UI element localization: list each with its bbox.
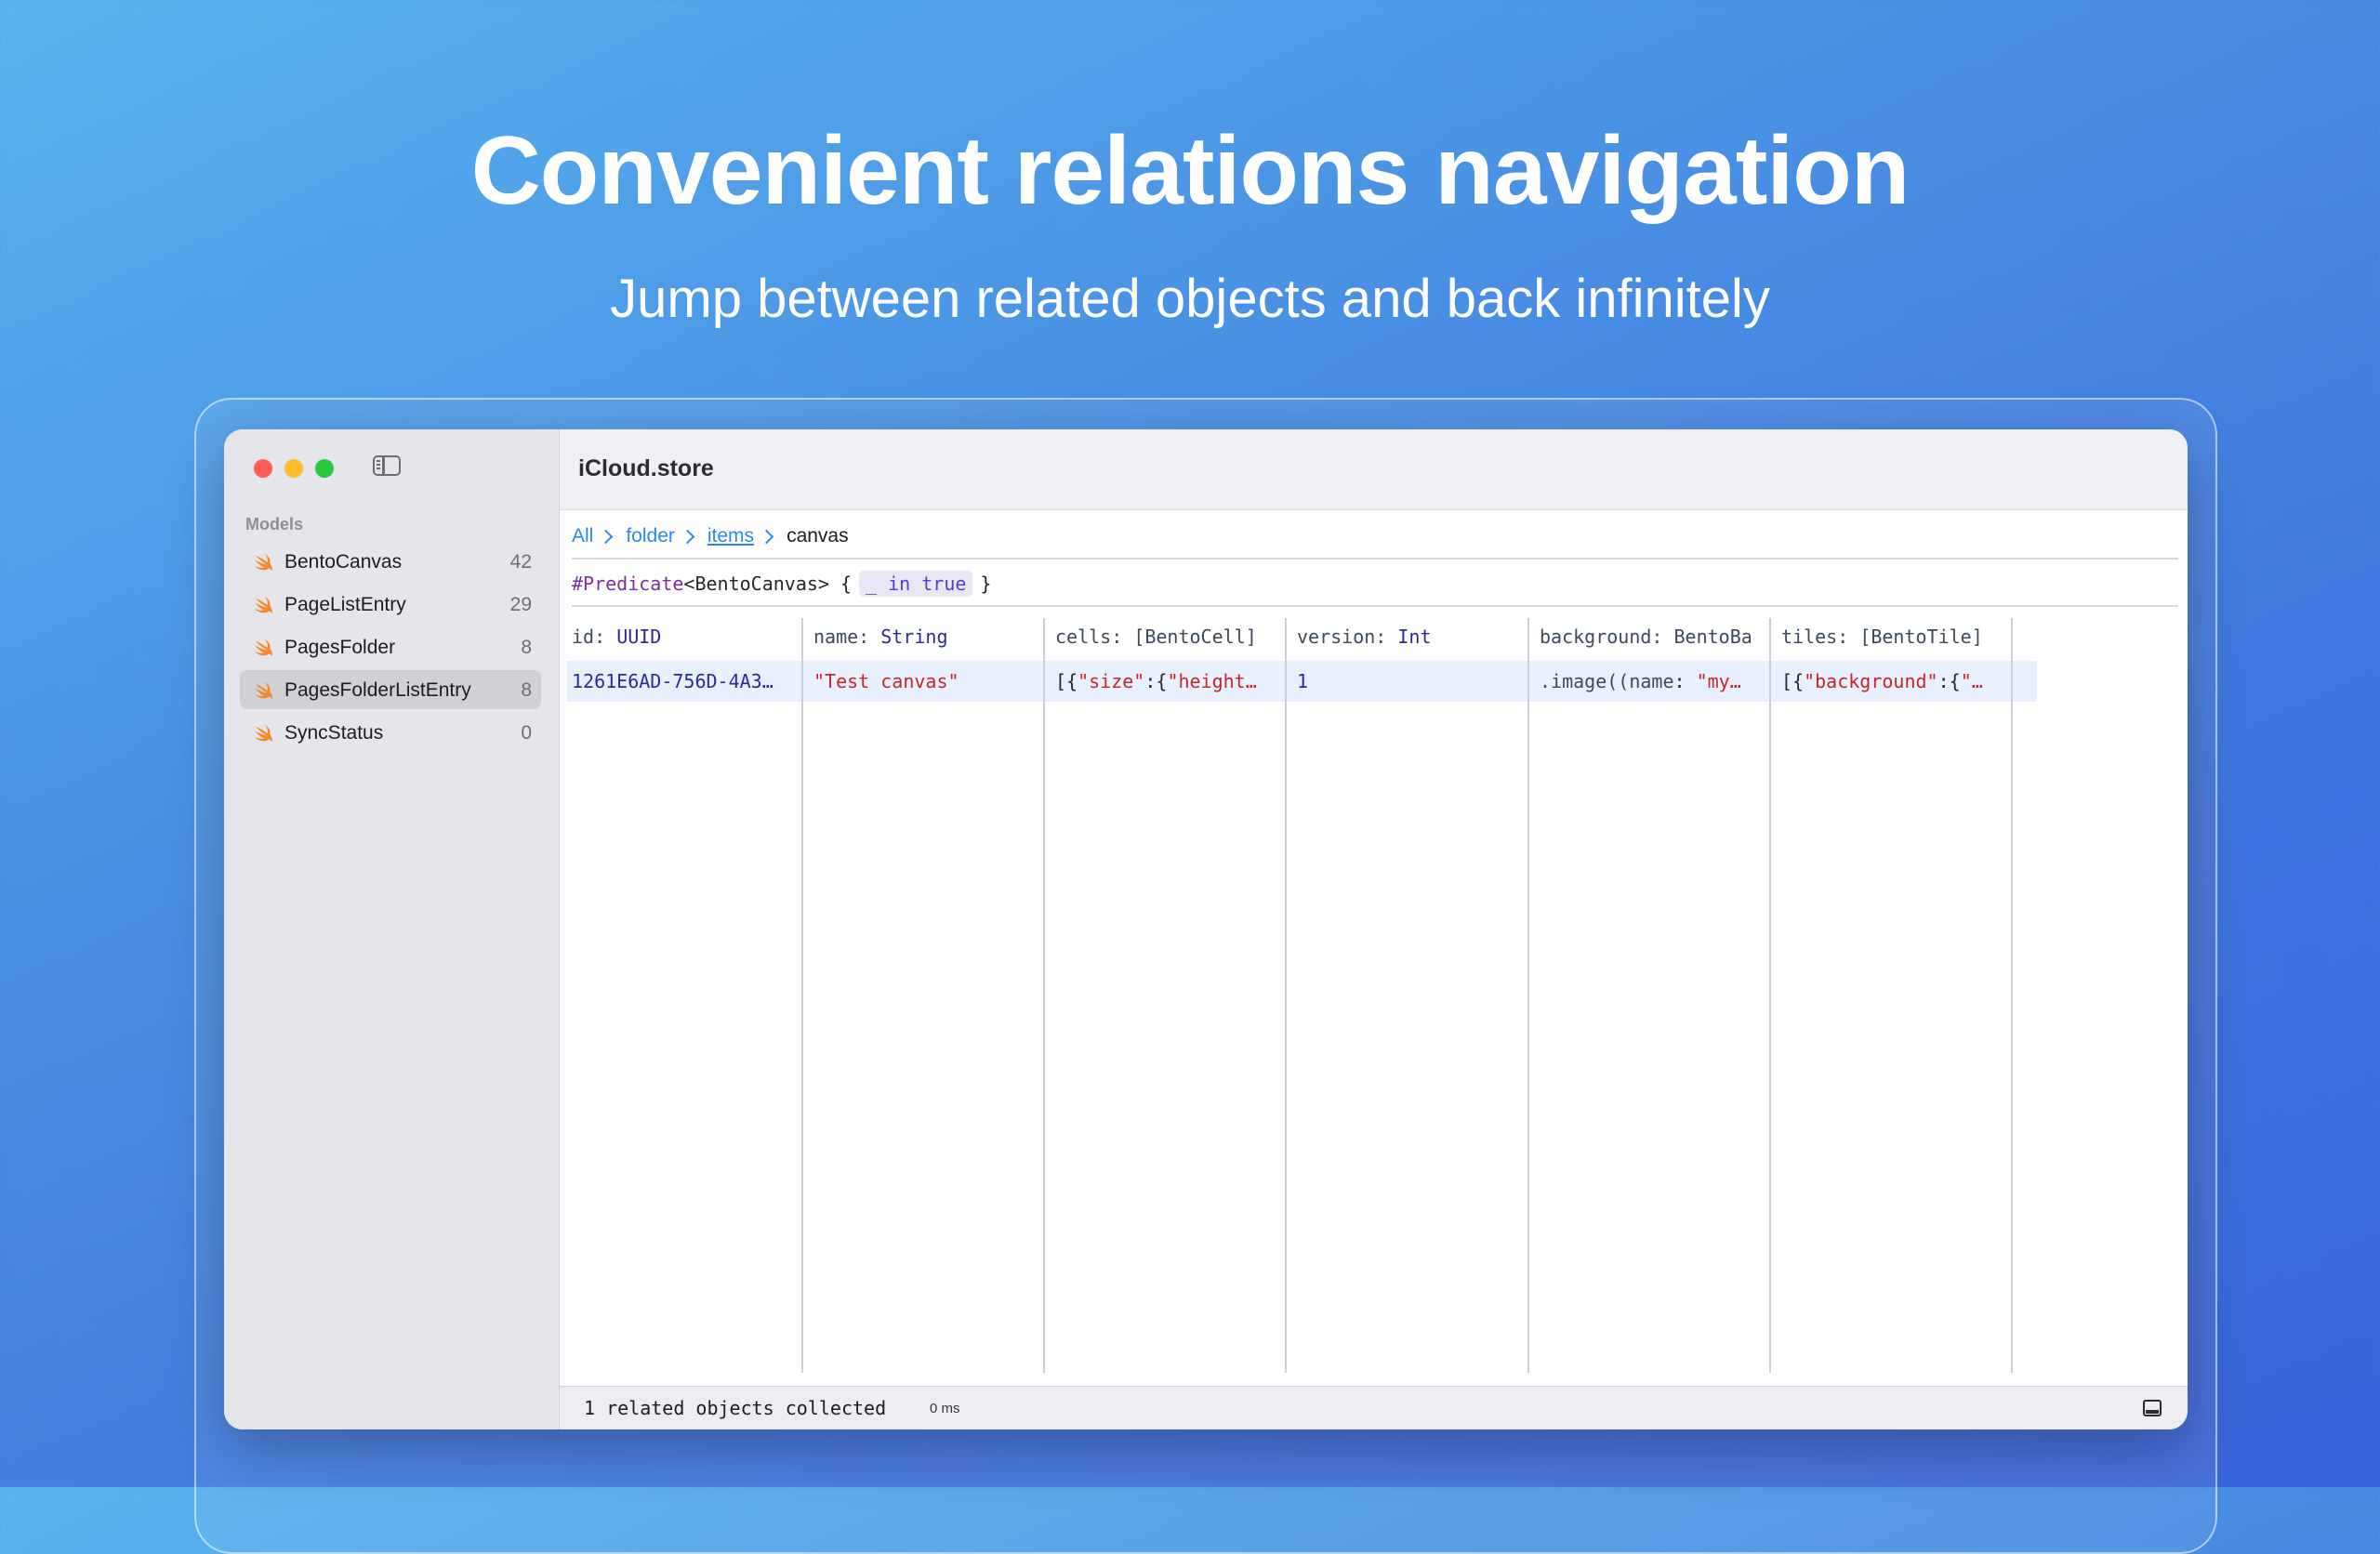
column-name: tiles	[1781, 626, 1838, 648]
status-bar: 1 related objects collected 0 ms	[560, 1386, 2188, 1429]
column-header-id[interactable]: id: UUID	[572, 618, 795, 655]
sidebar-item-label: PagesFolderListEntry	[284, 679, 471, 701]
divider	[572, 605, 2178, 607]
cell-part: "height…	[1167, 670, 1257, 692]
cell-part: :	[1673, 670, 1697, 692]
cell-name[interactable]: "Test canvas"	[813, 661, 1039, 702]
sidebar-item-count: 42	[509, 551, 532, 573]
swift-icon	[254, 553, 272, 572]
cell-background[interactable]: .image((name: "my…	[1540, 661, 1765, 702]
divider	[572, 558, 2178, 560]
sidebar: Models BentoCanvas 42 PageListEntry 29 P…	[224, 429, 560, 1429]
swift-icon	[254, 639, 272, 657]
column-header-cells[interactable]: cells: [BentoCell]	[1055, 618, 1278, 655]
cell-part: "size"	[1078, 670, 1145, 692]
column-name: cells	[1055, 626, 1112, 648]
column-header-background[interactable]: background: BentoBa	[1540, 618, 1769, 655]
breadcrumb-item-folder[interactable]: folder	[626, 525, 675, 547]
column-name: id	[572, 626, 595, 648]
breadcrumb-item-items[interactable]: items	[707, 525, 754, 547]
predicate-token[interactable]: _ in true	[859, 571, 973, 597]
sidebar-item-bentocanvas[interactable]: BentoCanvas 42	[240, 542, 541, 581]
column-divider[interactable]	[1285, 618, 1287, 1373]
app-window: Models BentoCanvas 42 PageListEntry 29 P…	[224, 429, 2188, 1429]
cell-part: [{	[1781, 670, 1805, 692]
column-type: [BentoTile]	[1859, 626, 1983, 648]
column-type: UUID	[616, 626, 662, 648]
window-title: iCloud.store	[578, 455, 714, 481]
column-header-name[interactable]: name: String	[813, 618, 1037, 655]
cell-tiles[interactable]: [{"background":{"…	[1781, 661, 2007, 702]
predicate-close: }	[980, 573, 992, 595]
swift-icon	[254, 724, 272, 743]
cell-part: :{	[1937, 670, 1961, 692]
swift-icon	[254, 596, 272, 614]
sidebar-item-label: PagesFolder	[284, 637, 396, 658]
hero-title: Convenient relations navigation	[470, 117, 1911, 225]
breadcrumb: All folder items canvas	[572, 522, 849, 550]
breadcrumb-item-all[interactable]: All	[572, 525, 593, 547]
sidebar-item-count: 8	[521, 679, 532, 701]
cell-cells[interactable]: [{"size":{"height…	[1055, 661, 1281, 702]
zoom-window-button[interactable]	[315, 459, 334, 478]
column-name: name	[813, 626, 859, 648]
sidebar-item-syncstatus[interactable]: SyncStatus 0	[240, 713, 541, 752]
minimize-window-button[interactable]	[284, 459, 303, 478]
hero-subtitle: Jump between related objects and back in…	[610, 269, 1770, 329]
sidebar-item-count: 29	[509, 594, 532, 615]
titlebar: iCloud.store	[560, 429, 2188, 510]
column-type: Int	[1397, 626, 1432, 648]
column-name: version	[1297, 626, 1376, 648]
column-divider[interactable]	[1043, 618, 1045, 1373]
models-section-header: Models	[245, 515, 304, 533]
main-pane: iCloud.store All folder items canvas #Pr…	[560, 429, 2188, 1429]
column-divider[interactable]	[1769, 618, 1771, 1373]
breadcrumb-item-canvas: canvas	[787, 525, 849, 547]
column-type: BentoBa	[1673, 626, 1752, 648]
column-header-tiles[interactable]: tiles: [BentoTile]	[1781, 618, 2004, 655]
swift-icon	[254, 681, 272, 700]
cell-part: :{	[1144, 670, 1168, 692]
sidebar-item-pagesfolderlistentry[interactable]: PagesFolderListEntry 8	[240, 670, 541, 709]
cell-part: .image((	[1540, 670, 1630, 692]
sidebar-item-label: SyncStatus	[284, 722, 384, 744]
predicate-bar[interactable]: #Predicate <BentoCanvas> { _ in true}	[572, 567, 991, 600]
cell-part: "…	[1960, 670, 1983, 692]
chevron-right-icon	[680, 529, 695, 544]
cell-part: name	[1629, 670, 1674, 692]
cell-part: [{	[1055, 670, 1078, 692]
sidebar-item-count: 8	[521, 637, 532, 658]
chevron-right-icon	[759, 529, 774, 544]
cell-part: "my…	[1696, 670, 1741, 692]
sidebar-item-label: BentoCanvas	[284, 551, 403, 573]
cell-part: "background"	[1804, 670, 1938, 692]
sidebar-item-label: PageListEntry	[284, 594, 406, 615]
chevron-right-icon	[599, 529, 614, 544]
sidebar-item-pagesfolder[interactable]: PagesFolder 8	[240, 627, 541, 666]
predicate-generic: <BentoCanvas> {	[683, 573, 853, 595]
sidebar-item-pagelistentry[interactable]: PageListEntry 29	[240, 585, 541, 624]
column-divider[interactable]	[1527, 618, 1529, 1373]
column-divider[interactable]	[801, 618, 803, 1373]
predicate-keyword: #Predicate	[572, 573, 684, 595]
cell-version[interactable]: 1	[1297, 661, 1523, 702]
column-header-version[interactable]: version: Int	[1297, 618, 1520, 655]
column-divider[interactable]	[2011, 618, 2013, 1373]
status-text: 1 related objects collected	[584, 1397, 887, 1419]
results-table: id: UUID name: String cells: [BentoCell]…	[560, 618, 2188, 1373]
status-duration: 0 ms	[930, 1401, 960, 1416]
column-type: String	[880, 626, 948, 648]
column-name: background	[1540, 626, 1652, 648]
column-type: [BentoCell]	[1133, 626, 1257, 648]
cell-id[interactable]: 1261E6AD-756D-4A3…	[572, 661, 798, 702]
close-window-button[interactable]	[254, 459, 272, 478]
sidebar-toggle-icon[interactable]	[373, 455, 401, 476]
bottom-panel-toggle-icon[interactable]	[2143, 1400, 2162, 1416]
sidebar-item-count: 0	[521, 722, 532, 744]
